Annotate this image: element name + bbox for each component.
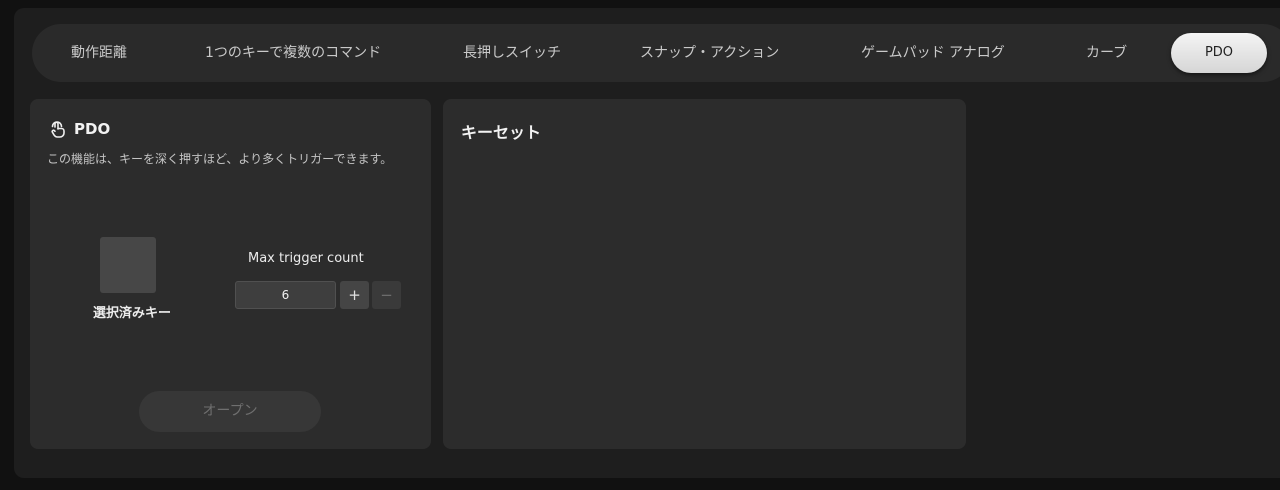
tab-multi-command[interactable]: 1つのキーで複数のコマンド: [205, 24, 381, 82]
increment-button[interactable]: +: [340, 281, 369, 309]
keyset-panel: キーセット: [443, 99, 966, 449]
pdo-title: PDO: [74, 120, 111, 138]
max-trigger-count-input[interactable]: [235, 281, 336, 309]
tab-actuation-distance[interactable]: 動作距離: [71, 24, 127, 82]
max-trigger-count-label: Max trigger count: [248, 251, 364, 266]
tab-snap-action[interactable]: スナップ・アクション: [640, 24, 779, 82]
tab-pdo[interactable]: PDO: [1171, 33, 1267, 73]
tab-curve[interactable]: カーブ: [1086, 24, 1127, 82]
decrement-button[interactable]: −: [372, 281, 401, 309]
keyset-title: キーセット: [461, 123, 542, 142]
tab-long-press-switch[interactable]: 長押しスイッチ: [463, 24, 561, 82]
pdo-settings-panel: PDO この機能は、キーを深く押すほど、より多くトリガーできます。 選択済みキー…: [30, 99, 431, 449]
pdo-description: この機能は、キーを深く押すほど、より多くトリガーできます。: [47, 152, 393, 166]
open-button[interactable]: オープン: [139, 391, 321, 432]
feature-tab-bar: 動作距離 1つのキーで複数のコマンド 長押しスイッチ スナップ・アクション ゲー…: [32, 24, 1280, 82]
selected-key-label: 選択済みキー: [92, 306, 171, 321]
pdo-header: PDO: [48, 119, 110, 139]
tab-gamepad-analog[interactable]: ゲームパッド アナログ: [861, 24, 1005, 82]
tap-finger-icon: [48, 119, 68, 139]
selected-key-slot[interactable]: [100, 237, 156, 293]
